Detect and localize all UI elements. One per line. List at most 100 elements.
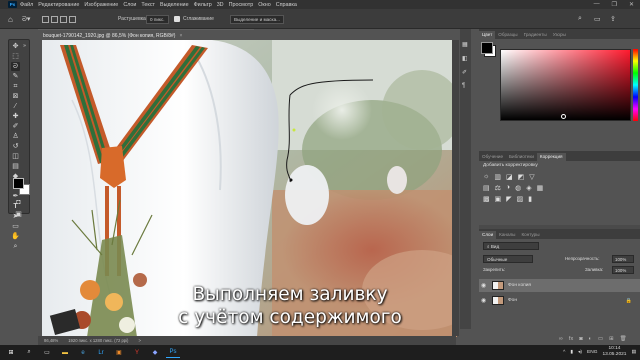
tab-gradients[interactable]: Градиенты [521, 31, 550, 39]
photo-filter-icon[interactable]: ◍ [515, 184, 521, 192]
new-layer-icon[interactable]: ⊞ [609, 336, 614, 342]
document-tab[interactable]: bouquet-1790142_1920.jpg @ 86,5% (Фон ко… [38, 29, 254, 40]
fx-icon[interactable]: fx [569, 336, 573, 342]
status-zoom[interactable]: 86,48% [44, 338, 58, 343]
quick-mask-icon[interactable]: ◘ [14, 198, 23, 207]
antialias-checkbox[interactable] [174, 16, 180, 22]
selective-color-icon[interactable]: ▮ [528, 195, 532, 203]
blend-mode-select[interactable]: Обычные [483, 255, 533, 263]
layer-row[interactable]: ◉ Фон 🔒 [479, 294, 640, 307]
black-white-icon[interactable]: ◑ [506, 184, 510, 192]
new-adjustment-icon[interactable]: ◐ [589, 336, 592, 342]
marquee-tool-icon[interactable]: ⬚ [11, 52, 20, 61]
fill-input[interactable]: 100% [612, 266, 634, 274]
network-icon[interactable]: ▮ [570, 350, 573, 355]
link-layers-icon[interactable]: ∞ [559, 336, 563, 342]
tab-patterns[interactable]: Узоры [550, 31, 569, 39]
minimize-button[interactable]: — [594, 1, 600, 8]
brightness-icon[interactable]: ☼ [483, 173, 489, 181]
brush-tool-icon[interactable]: ✐ [11, 122, 20, 131]
feather-input[interactable]: 0 пикс. [146, 14, 169, 24]
lightroom-icon[interactable]: Lr [94, 347, 108, 358]
delete-layer-icon[interactable]: 🗑 [620, 336, 627, 342]
tab-layers[interactable]: Слои [479, 231, 497, 239]
hue-saturation-icon[interactable]: ▤ [483, 184, 490, 192]
share-icon[interactable]: ⇪ [610, 14, 616, 24]
app-icon[interactable]: ◆ [148, 347, 162, 358]
foreground-color-swatch-top[interactable] [13, 178, 24, 189]
tab-learn[interactable]: Обучение [479, 153, 506, 161]
properties-panel-icon[interactable]: ◧ [462, 55, 468, 62]
exposure-icon[interactable]: ◩ [518, 173, 525, 181]
home-icon[interactable]: ⌂ [8, 14, 13, 24]
panel-fg-swatch[interactable] [481, 42, 493, 54]
posterize-icon[interactable]: ▣ [495, 195, 502, 203]
close-document-icon[interactable]: × [179, 33, 182, 39]
stamp-tool-icon[interactable]: ♙ [11, 132, 20, 141]
threshold-icon[interactable]: ◤ [506, 195, 511, 203]
close-window-button[interactable]: ✕ [629, 1, 634, 8]
yandex-icon[interactable]: Y [130, 347, 144, 358]
history-panel-icon[interactable]: ▦ [462, 41, 468, 48]
opacity-input[interactable]: 100% [612, 255, 634, 263]
new-group-icon[interactable]: ▭ [598, 336, 603, 342]
windows-start-icon[interactable]: ⊞ [4, 347, 18, 358]
visibility-eye-icon[interactable]: ◉ [479, 297, 488, 304]
lasso-tool-preset-icon[interactable]: ᘐ▾ [22, 14, 30, 24]
tray-arrow-icon[interactable]: ^ [563, 350, 565, 355]
menu-layers[interactable]: Слои [123, 2, 136, 8]
menu-3d[interactable]: 3D [217, 2, 224, 8]
hand-tool-icon[interactable]: ✋ [11, 232, 20, 241]
rectangle-tool-icon[interactable]: ▭ [11, 222, 20, 231]
hue-slider[interactable] [633, 49, 638, 121]
menu-type[interactable]: Текст [141, 2, 155, 8]
tab-color[interactable]: Цвет [479, 31, 496, 39]
color-balance-icon[interactable]: ⚖ [495, 184, 501, 192]
tab-paths[interactable]: Контуры [518, 231, 542, 239]
lasso-tool-icon[interactable]: ᘐ [11, 62, 20, 71]
add-mask-icon[interactable]: ◙ [579, 336, 582, 342]
quick-selection-tool-icon[interactable]: ✎ [11, 72, 20, 81]
tab-libraries[interactable]: Библиотеки [506, 153, 537, 161]
vibrance-icon[interactable]: ▽ [529, 173, 534, 181]
history-brush-icon[interactable]: ↺ [11, 142, 20, 151]
select-and-mask-button[interactable]: Выделение и маска... [230, 14, 284, 24]
photoshop-taskbar-icon[interactable]: Ps [166, 347, 180, 358]
language-indicator[interactable]: ENG [587, 350, 597, 355]
edge-icon[interactable]: e [76, 347, 90, 358]
color-picker-cursor[interactable] [561, 114, 566, 119]
tab-adjustments[interactable]: Коррекция [536, 153, 566, 161]
gradient-tool-icon[interactable]: ▤ [11, 162, 20, 171]
search-icon[interactable]: ⌕ [22, 347, 36, 358]
maximize-button[interactable]: ❐ [612, 1, 617, 8]
move-tool-icon[interactable]: ✥ [11, 42, 20, 51]
file-explorer-icon[interactable]: ▬ [58, 347, 72, 358]
menu-image[interactable]: Изображение [84, 2, 118, 8]
tab-swatches[interactable]: Образцы [495, 31, 520, 39]
crop-tool-icon[interactable]: ⌗ [11, 82, 20, 91]
screen-mode-icon[interactable]: ▣ [14, 210, 23, 219]
layers-filter-select[interactable]: Вид [491, 244, 499, 249]
menu-filter[interactable]: Фильтр [194, 2, 212, 8]
healing-brush-icon[interactable]: ✚ [11, 112, 20, 121]
status-arrow-icon[interactable]: > [138, 338, 140, 343]
frame-tool-icon[interactable]: ⊠ [11, 92, 20, 101]
color-field[interactable] [500, 49, 631, 121]
volume-icon[interactable]: ◂) [578, 350, 582, 355]
menu-file[interactable]: Файл [20, 2, 33, 8]
paragraph-panel-icon[interactable]: ¶ [462, 83, 465, 89]
invert-icon[interactable]: ▩ [483, 195, 490, 203]
channel-mixer-icon[interactable]: ◈ [526, 184, 531, 192]
menu-view[interactable]: Просмотр [229, 2, 254, 8]
brush-panel-icon[interactable]: ✐ [462, 69, 467, 76]
eraser-tool-icon[interactable]: ◫ [11, 152, 20, 161]
clock[interactable]: 10:14 13.05.2021 [602, 346, 626, 358]
task-view-icon[interactable]: ▭ [40, 347, 54, 358]
gradient-map-icon[interactable]: ▨ [517, 195, 524, 203]
menu-help[interactable]: Справка [276, 2, 297, 8]
menu-window[interactable]: Окно [258, 2, 271, 8]
notifications-icon[interactable]: ▤ [631, 350, 636, 355]
layer-row[interactable]: ◉ Фон копия [479, 279, 640, 292]
curves-icon[interactable]: ◪ [506, 173, 513, 181]
tab-channels[interactable]: Каналы [496, 231, 518, 239]
